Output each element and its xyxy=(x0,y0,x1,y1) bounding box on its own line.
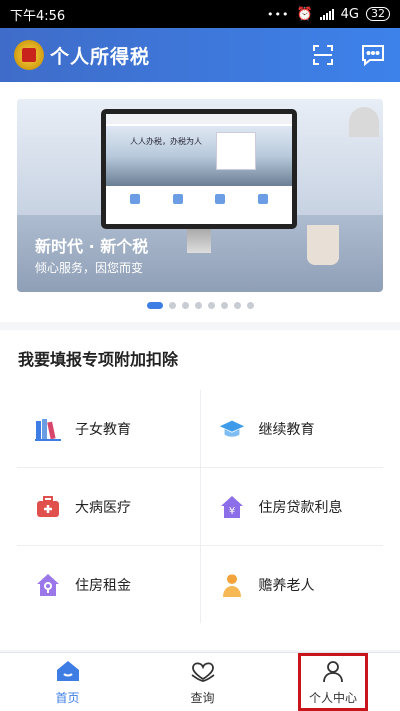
nav-query[interactable]: 查询 xyxy=(135,653,270,711)
nav-personal-center[interactable]: 个人中心 xyxy=(298,653,368,711)
item-elderly-support[interactable]: 赡养老人 xyxy=(200,546,383,623)
status-bar: 下午4:56 ••• ⏰ 4G 32 xyxy=(0,0,400,28)
item-label: 大病医疗 xyxy=(75,499,131,516)
notification-dots: ••• xyxy=(266,7,290,21)
pager-dot[interactable] xyxy=(181,302,189,309)
scan-icon[interactable] xyxy=(310,42,336,68)
app-title: 个人所得税 xyxy=(50,45,151,68)
item-label: 住房贷款利息 xyxy=(258,499,343,516)
nav-label: 查询 xyxy=(190,690,215,705)
banner-title: 新时代 · 新个税 xyxy=(35,237,149,256)
banner-subtitle: 倾心服务，因您而变 xyxy=(35,261,144,275)
nav-label: 首页 xyxy=(55,690,80,705)
network-type: 4G xyxy=(340,6,359,22)
battery-icon: 32 xyxy=(366,7,390,21)
item-child-education[interactable]: 子女教育 xyxy=(17,390,200,467)
app-header: 个人所得税 xyxy=(0,28,400,82)
item-housing-rent[interactable]: 住房租金 xyxy=(17,546,200,623)
item-serious-illness[interactable]: 大病医疗 xyxy=(17,468,200,545)
banner-pager xyxy=(0,302,400,309)
pager-dot[interactable] xyxy=(220,302,228,309)
person-icon xyxy=(321,659,345,686)
lamp-image xyxy=(349,107,379,137)
pager-dot[interactable] xyxy=(146,302,163,309)
section-title: 我要填报专项附加扣除 xyxy=(18,350,179,369)
house-key-icon xyxy=(35,572,61,598)
pager-dot[interactable] xyxy=(207,302,215,309)
pager-dot[interactable] xyxy=(233,302,241,309)
svg-text:¥: ¥ xyxy=(228,506,234,517)
banner-area: 人人办税，办税为人 新时代 · 新个税 倾心服务，因您而变 xyxy=(0,82,400,322)
item-mortgage-interest[interactable]: ¥ 住房贷款利息 xyxy=(200,468,383,545)
screen-motto: 人人办税，办税为人 xyxy=(130,137,202,146)
deduction-grid: 子女教育 继续教育 大病医疗 ¥ 住房贷款利息 住房租金 赡养老人 xyxy=(17,390,383,623)
monitor-image: 人人办税，办税为人 xyxy=(101,109,297,229)
house-yuan-icon: ¥ xyxy=(219,494,245,520)
item-label: 子女教育 xyxy=(75,421,131,438)
status-indicators: ••• ⏰ 4G 32 xyxy=(267,7,390,22)
home-icon xyxy=(55,659,81,686)
cup-image xyxy=(307,225,339,265)
elder-icon xyxy=(219,572,245,598)
item-label: 继续教育 xyxy=(258,421,315,438)
item-label: 赡养老人 xyxy=(258,577,315,594)
medical-kit-icon xyxy=(35,494,61,520)
books-icon xyxy=(35,416,61,442)
message-icon[interactable] xyxy=(360,42,386,68)
pager-dot[interactable] xyxy=(194,302,202,309)
item-label: 住房租金 xyxy=(75,577,131,594)
promo-banner[interactable]: 人人办税，办税为人 新时代 · 新个税 倾心服务，因您而变 xyxy=(17,99,383,292)
tax-emblem-icon xyxy=(14,40,44,70)
heart-hands-icon xyxy=(189,659,217,686)
nav-label: 个人中心 xyxy=(308,690,357,705)
graduation-cap-icon xyxy=(219,416,245,442)
item-continuing-education[interactable]: 继续教育 xyxy=(200,390,383,467)
pager-dot[interactable] xyxy=(246,302,254,309)
signal-icon xyxy=(319,8,334,20)
deduction-section: 我要填报专项附加扣除 子女教育 继续教育 大病医疗 ¥ 住房贷款利息 住房租金 … xyxy=(0,330,400,650)
nav-home[interactable]: 首页 xyxy=(0,653,135,711)
bottom-nav: 首页 查询 个人中心 xyxy=(0,652,400,711)
alarm-icon: ⏰ xyxy=(296,6,313,22)
status-time: 下午4:56 xyxy=(10,8,66,24)
pager-dot[interactable] xyxy=(168,302,176,309)
